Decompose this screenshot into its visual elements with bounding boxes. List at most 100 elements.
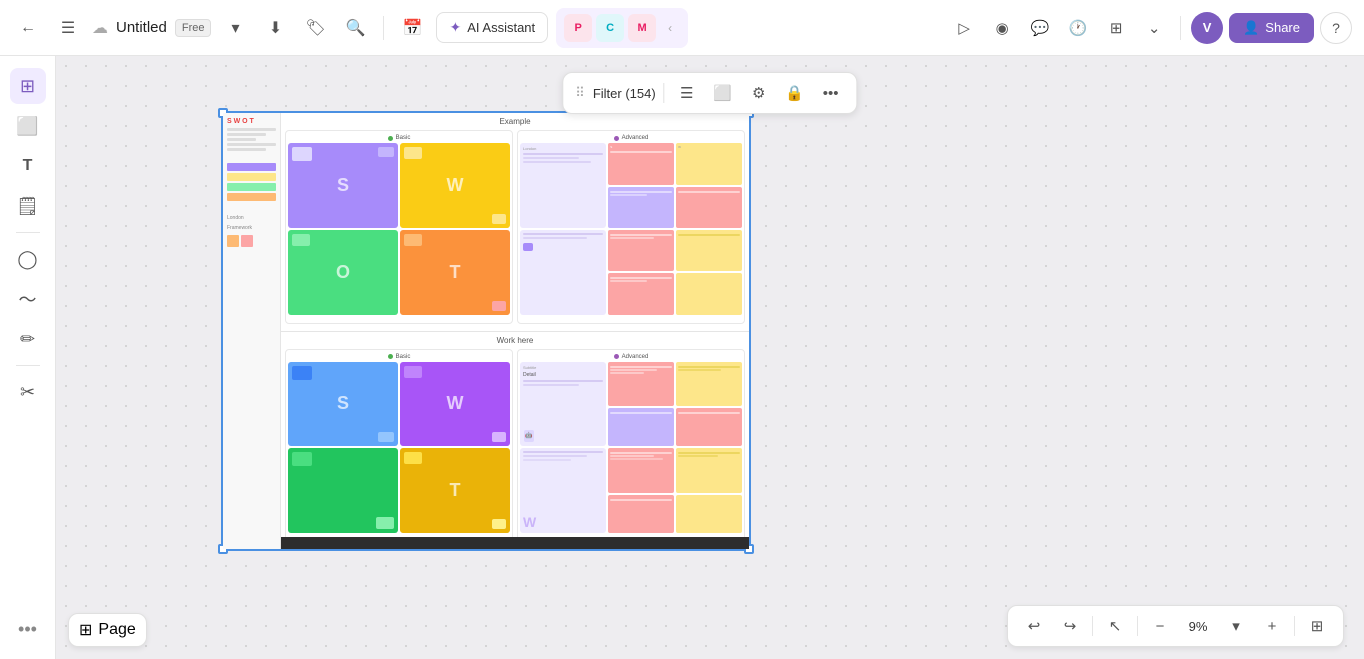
menu-icon: ☰ xyxy=(61,18,75,38)
download-button[interactable]: ⬇ xyxy=(259,12,291,44)
apps-group: P C M ‹ xyxy=(556,8,688,48)
grid-view-button[interactable]: ⊞ xyxy=(1303,612,1331,640)
float-sep-1 xyxy=(664,83,665,103)
page-button[interactable]: ⊞ Page xyxy=(68,613,147,647)
align-button[interactable]: ☰ xyxy=(673,79,701,107)
sticky-s-1 xyxy=(292,147,312,161)
sticky-wo-2 xyxy=(376,517,394,529)
basic-dot xyxy=(388,136,393,141)
pages-icon: ⊞ xyxy=(20,76,35,97)
comments-button[interactable]: 💬 xyxy=(1024,12,1056,44)
sticky-o-1 xyxy=(292,234,310,246)
sidebar-more-button[interactable]: ••• xyxy=(10,611,46,647)
sticky-t-1 xyxy=(404,234,422,246)
sticky-icon: 🗒 xyxy=(16,196,39,217)
sidebar-sticky-button[interactable]: 🗒 xyxy=(10,188,46,224)
zoom-dropdown-button[interactable]: ▾ xyxy=(1222,612,1250,640)
adv-row-1: London S xyxy=(520,143,742,228)
sidebar-text-button[interactable]: T xyxy=(10,148,46,184)
sidebar-scissors-button[interactable]: ✂ xyxy=(10,374,46,410)
frame-float-icon: ⬜ xyxy=(713,84,732,102)
app-icon-rose[interactable]: M xyxy=(628,14,656,42)
history-button[interactable]: 🕐 xyxy=(1062,12,1094,44)
frame-btn[interactable]: ⬜ xyxy=(709,79,737,107)
share-person-icon: 👤 xyxy=(1243,20,1259,36)
adv-panel-inner-work: Subtitle Detail 🤖 xyxy=(520,362,742,534)
frame-content: S W O T London Framework xyxy=(223,113,749,549)
adv-work-big-2: W xyxy=(520,448,606,533)
sidebar-pen-button[interactable]: ✏ xyxy=(10,321,46,357)
scissors-icon: ✂ xyxy=(20,382,35,403)
search-button[interactable]: 🔍 xyxy=(339,12,371,44)
top-toolbar: ← ☰ ☁ Untitled Free ▾ ⬇ 🏷 🔍 📅 ✦ AI Assis… xyxy=(0,0,1364,56)
sidebar-shapes-button[interactable]: ◯ xyxy=(10,241,46,277)
section-example-title: Example xyxy=(281,113,749,128)
text-icon: T xyxy=(23,157,33,175)
present-button[interactable]: ◉ xyxy=(986,12,1018,44)
align-icon: ☰ xyxy=(680,84,693,102)
undo-button[interactable]: ↩ xyxy=(1020,612,1048,640)
help-icon: ? xyxy=(1332,20,1340,36)
redo-button[interactable]: ↪ xyxy=(1056,612,1084,640)
bottom-sep-2 xyxy=(1137,616,1138,636)
menu-button[interactable]: ☰ xyxy=(52,12,84,44)
tag-button[interactable]: 🏷 xyxy=(299,12,331,44)
share-button[interactable]: 👤 Share xyxy=(1229,13,1314,43)
zoom-out-icon: − xyxy=(1156,618,1165,635)
adv-row-2 xyxy=(520,230,742,315)
more-icon: ••• xyxy=(18,619,37,640)
float-more-btn[interactable]: ••• xyxy=(817,79,845,107)
section-work-here: Work here Basic S xyxy=(281,332,749,550)
app-icon-teal[interactable]: C xyxy=(596,14,624,42)
back-button[interactable]: ← xyxy=(12,12,44,44)
app-icon-pink[interactable]: P xyxy=(564,14,592,42)
adv-right-grid-top: S W xyxy=(608,143,742,228)
sticky-wt-2 xyxy=(492,519,506,529)
zoom-out-button[interactable]: − xyxy=(1146,612,1174,640)
sticky-t-2 xyxy=(492,301,506,311)
adv-work-right-1 xyxy=(608,362,742,447)
canvas[interactable]: ⠿ Filter (154) ☰ ⬜ ⚙ 🔒 ••• S W O T xyxy=(56,56,1364,659)
adv-work-row-2: W xyxy=(520,448,742,533)
adv-work-big-1: Subtitle Detail 🤖 xyxy=(520,362,606,447)
dropdown-arrow-button[interactable]: ▾ xyxy=(219,12,251,44)
frame-icon: ⬜ xyxy=(16,116,38,137)
toolbar-divider-1 xyxy=(383,16,384,40)
w-letter-work: W xyxy=(523,514,603,530)
back-icon: ← xyxy=(20,19,36,37)
play-button[interactable]: ▷ xyxy=(948,12,980,44)
float-toolbar: ⠿ Filter (154) ☰ ⬜ ⚙ 🔒 ••• xyxy=(562,72,857,114)
sidebar-separator-2 xyxy=(16,365,40,366)
zoom-value: 9% xyxy=(1182,619,1214,634)
sidebar-line-button[interactable]: 〜 xyxy=(10,281,46,317)
lock-btn[interactable]: 🔒 xyxy=(781,79,809,107)
zoom-in-button[interactable]: + xyxy=(1258,612,1286,640)
cursor-button[interactable]: ↖ xyxy=(1101,612,1129,640)
shapes-icon: ◯ xyxy=(17,249,37,270)
sidebar-frame-button[interactable]: ⬜ xyxy=(10,108,46,144)
filter-label: Filter (154) xyxy=(593,86,656,101)
adv-big-block-2 xyxy=(520,230,606,315)
avatar-button[interactable]: V xyxy=(1191,12,1223,44)
zoom-dropdown-icon: ▾ xyxy=(1232,617,1240,635)
link-btn[interactable]: ⚙ xyxy=(745,79,773,107)
help-button[interactable]: ? xyxy=(1320,12,1352,44)
sticky-s-2 xyxy=(378,147,394,157)
swot-t-work: T xyxy=(400,448,510,533)
bottom-toolbar: ↩ ↪ ↖ − 9% ▾ + ⊞ xyxy=(1007,605,1344,647)
sticky-w-1 xyxy=(404,147,422,159)
sidebar-pages-button[interactable]: ⊞ xyxy=(10,68,46,104)
apps-chevron-button[interactable]: ‹ xyxy=(660,12,680,44)
layout-button[interactable]: ⊞ xyxy=(1100,12,1132,44)
section-work-title: Work here xyxy=(281,332,749,347)
sticky-w-2 xyxy=(492,214,506,224)
more-right-button[interactable]: ⌄ xyxy=(1138,12,1170,44)
calendar-icon-button[interactable]: 📅 xyxy=(396,12,428,44)
main-frame[interactable]: S W O T London Framework xyxy=(221,111,751,551)
adv-right-grid-bot xyxy=(608,230,742,315)
page-icon: ⊞ xyxy=(79,620,92,640)
ai-assistant-button[interactable]: ✦ AI Assistant xyxy=(436,12,548,43)
swot-o-work xyxy=(288,448,398,533)
panel-basic-example: Basic S W xyxy=(285,130,513,324)
thumb-line-2 xyxy=(227,133,266,136)
